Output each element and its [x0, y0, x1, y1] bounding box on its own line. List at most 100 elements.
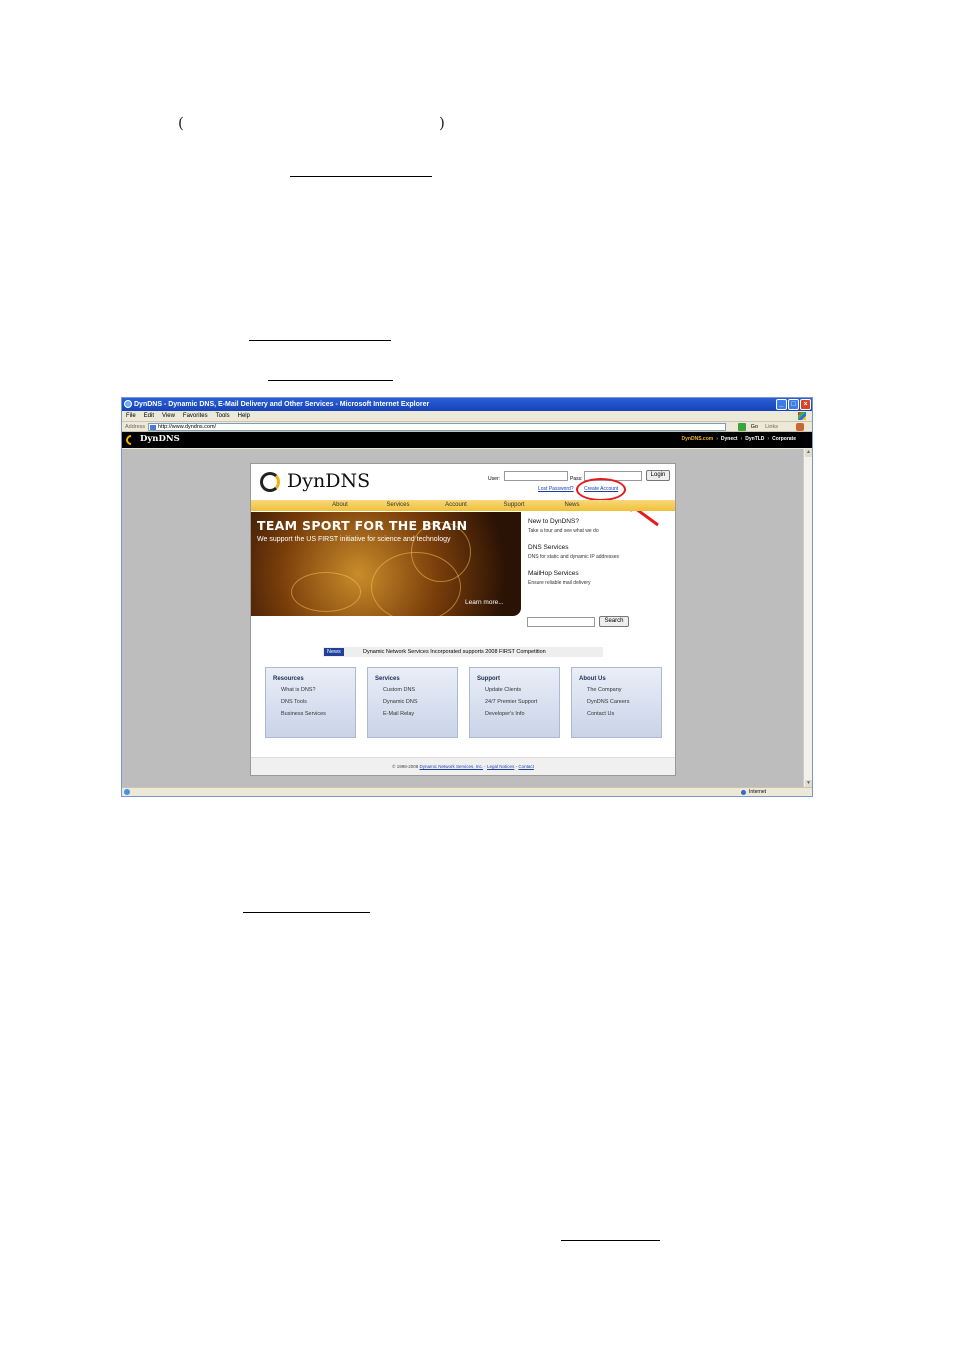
pass-label: Pass: — [570, 476, 583, 482]
main-nav: About Services Account Support News — [251, 500, 675, 511]
windows-logo-icon — [798, 412, 806, 420]
sidebar-promos: New to DynDNS? Take a tour and see what … — [528, 518, 619, 596]
box-link[interactable]: What is DNS? — [281, 687, 355, 693]
box-resources: Resources What is DNS? DNS Tools Busines… — [265, 667, 356, 738]
search-input[interactable] — [527, 617, 595, 627]
toplink-separator: › — [740, 436, 743, 442]
toolbar-extension-icon[interactable] — [796, 423, 804, 431]
footer-separator: - — [515, 764, 518, 769]
dyndns-page: DynDNS User: Pass: Login Lost Password? … — [250, 463, 676, 776]
address-value: http://www.dyndns.com/ — [158, 424, 217, 430]
box-link[interactable]: The Company — [587, 687, 661, 693]
footer-copyright: © 1998-2008 — [392, 764, 419, 769]
promo-desc: DNS for static and dynamic IP addresses — [528, 554, 620, 560]
nav-about[interactable]: About — [311, 500, 369, 511]
blank-underline-2 — [249, 340, 391, 341]
topbar-brand[interactable]: DynDNS — [140, 434, 180, 444]
username-input[interactable] — [504, 471, 568, 481]
blank-underline-4 — [243, 912, 370, 913]
nav-support[interactable]: Support — [485, 500, 543, 511]
box-link[interactable]: DynDNS Careers — [587, 699, 661, 705]
page-status-icon — [124, 789, 130, 795]
security-zone: Internet — [741, 788, 766, 796]
box-heading: Resources — [273, 676, 304, 682]
login-button[interactable]: Login — [646, 470, 670, 481]
toplink-corporate[interactable]: Corporate — [772, 436, 796, 442]
window-title: DynDNS - Dynamic DNS, E-Mail Delivery an… — [134, 401, 430, 408]
nav-services[interactable]: Services — [369, 500, 427, 511]
vertical-scrollbar[interactable]: ▲ ▼ — [803, 449, 812, 788]
footer-separator: - — [484, 764, 486, 769]
maximize-button[interactable]: □ — [788, 399, 799, 410]
status-bar: Internet — [122, 787, 812, 796]
category-boxes: Resources What is DNS? DNS Tools Busines… — [265, 667, 662, 738]
dyndns-logo[interactable]: DynDNS — [287, 470, 370, 492]
box-link[interactable]: E-Mail Relay — [383, 711, 457, 717]
menu-edit[interactable]: Edit — [144, 411, 154, 421]
dyndns-moon-icon — [123, 432, 139, 448]
menu-favorites[interactable]: Favorites — [183, 411, 208, 421]
blank-underline-3 — [268, 380, 393, 381]
hero-title: TEAM SPORT FOR THE BRAIN — [257, 518, 468, 533]
menu-file[interactable]: File — [126, 411, 136, 421]
nav-account[interactable]: Account — [427, 500, 485, 511]
toplink-dynect[interactable]: Dynect — [721, 436, 738, 442]
box-heading: Services — [375, 676, 400, 682]
box-support: Support Update Clients 24/7 Premier Supp… — [469, 667, 560, 738]
promo-heading[interactable]: MailHop Services — [528, 570, 619, 577]
box-link[interactable]: Developer's Info — [485, 711, 559, 717]
toplink-separator: › — [767, 436, 770, 442]
close-button[interactable]: × — [800, 399, 811, 410]
promo-heading[interactable]: New to DynDNS? — [528, 518, 619, 525]
toplink-dyntld[interactable]: DynTLD — [745, 436, 764, 442]
minimize-button[interactable]: _ — [776, 399, 787, 410]
box-heading: Support — [477, 676, 500, 682]
toplink-separator: › — [716, 436, 718, 442]
box-about-us: About Us The Company DynDNS Careers Cont… — [571, 667, 662, 738]
menu-bar: File Edit View Favorites Tools Help — [122, 411, 812, 422]
search-button[interactable]: Search — [599, 616, 629, 627]
dyndns-logo-icon — [260, 472, 280, 492]
box-link[interactable]: Contact Us — [587, 711, 661, 717]
title-bar: DynDNS - Dynamic DNS, E-Mail Delivery an… — [122, 398, 812, 411]
hero-banner[interactable]: TEAM SPORT FOR THE BRAIN We support the … — [251, 512, 521, 616]
box-link[interactable]: DNS Tools — [281, 699, 355, 705]
box-link[interactable]: Dynamic DNS — [383, 699, 457, 705]
news-headline[interactable]: Dynamic Network Services Incorporated su… — [363, 647, 546, 657]
go-arrow-icon[interactable] — [738, 423, 746, 431]
box-link[interactable]: Update Clients — [485, 687, 559, 693]
page-footer: © 1998-2008 Dynamic Network Services, In… — [251, 757, 675, 775]
user-label: User: — [488, 476, 500, 482]
annotation-circle — [576, 478, 626, 501]
footer-legal-link[interactable]: Legal Notices — [487, 764, 514, 769]
close-parenthesis: ) — [439, 114, 445, 132]
blank-underline-5 — [561, 1240, 660, 1241]
footer-contact-link[interactable]: Contact — [518, 764, 534, 769]
toplink-dyndns[interactable]: DynDNS.com — [682, 436, 714, 442]
address-label: Address — [125, 424, 146, 430]
browser-viewport: DynDNS User: Pass: Login Lost Password? … — [122, 449, 804, 788]
box-heading: About Us — [579, 676, 606, 682]
hero-subtitle: We support the US FIRST initiative for s… — [257, 536, 451, 543]
learn-more-link[interactable]: Learn more... — [465, 599, 504, 606]
menu-tools[interactable]: Tools — [216, 411, 230, 421]
news-tag: News — [324, 648, 344, 656]
scroll-up-icon[interactable]: ▲ — [805, 449, 812, 457]
dyndns-top-bar: DynDNS DynDNS.com › Dynect › DynTLD › Co… — [122, 432, 812, 448]
box-link[interactable]: 24/7 Premier Support — [485, 699, 559, 705]
ie-icon — [124, 400, 132, 408]
box-link[interactable]: Custom DNS — [383, 687, 457, 693]
menu-help[interactable]: Help — [238, 411, 250, 421]
address-input[interactable]: http://www.dyndns.com/ — [148, 423, 726, 431]
menu-view[interactable]: View — [162, 411, 175, 421]
address-bar: Address http://www.dyndns.com/ Go Links — [122, 422, 812, 432]
box-link[interactable]: Business Services — [281, 711, 355, 717]
promo-heading[interactable]: DNS Services — [528, 544, 619, 551]
promo-desc: Take a tour and see what we do — [528, 528, 599, 534]
links-button[interactable]: Links — [765, 422, 778, 432]
go-button[interactable]: Go — [751, 422, 758, 432]
footer-company-link[interactable]: Dynamic Network Services, Inc. — [419, 764, 483, 769]
news-ticker: News Dynamic Network Services Incorporat… — [323, 647, 603, 657]
lost-password-link[interactable]: Lost Password? — [538, 486, 574, 492]
nav-news[interactable]: News — [543, 500, 601, 511]
